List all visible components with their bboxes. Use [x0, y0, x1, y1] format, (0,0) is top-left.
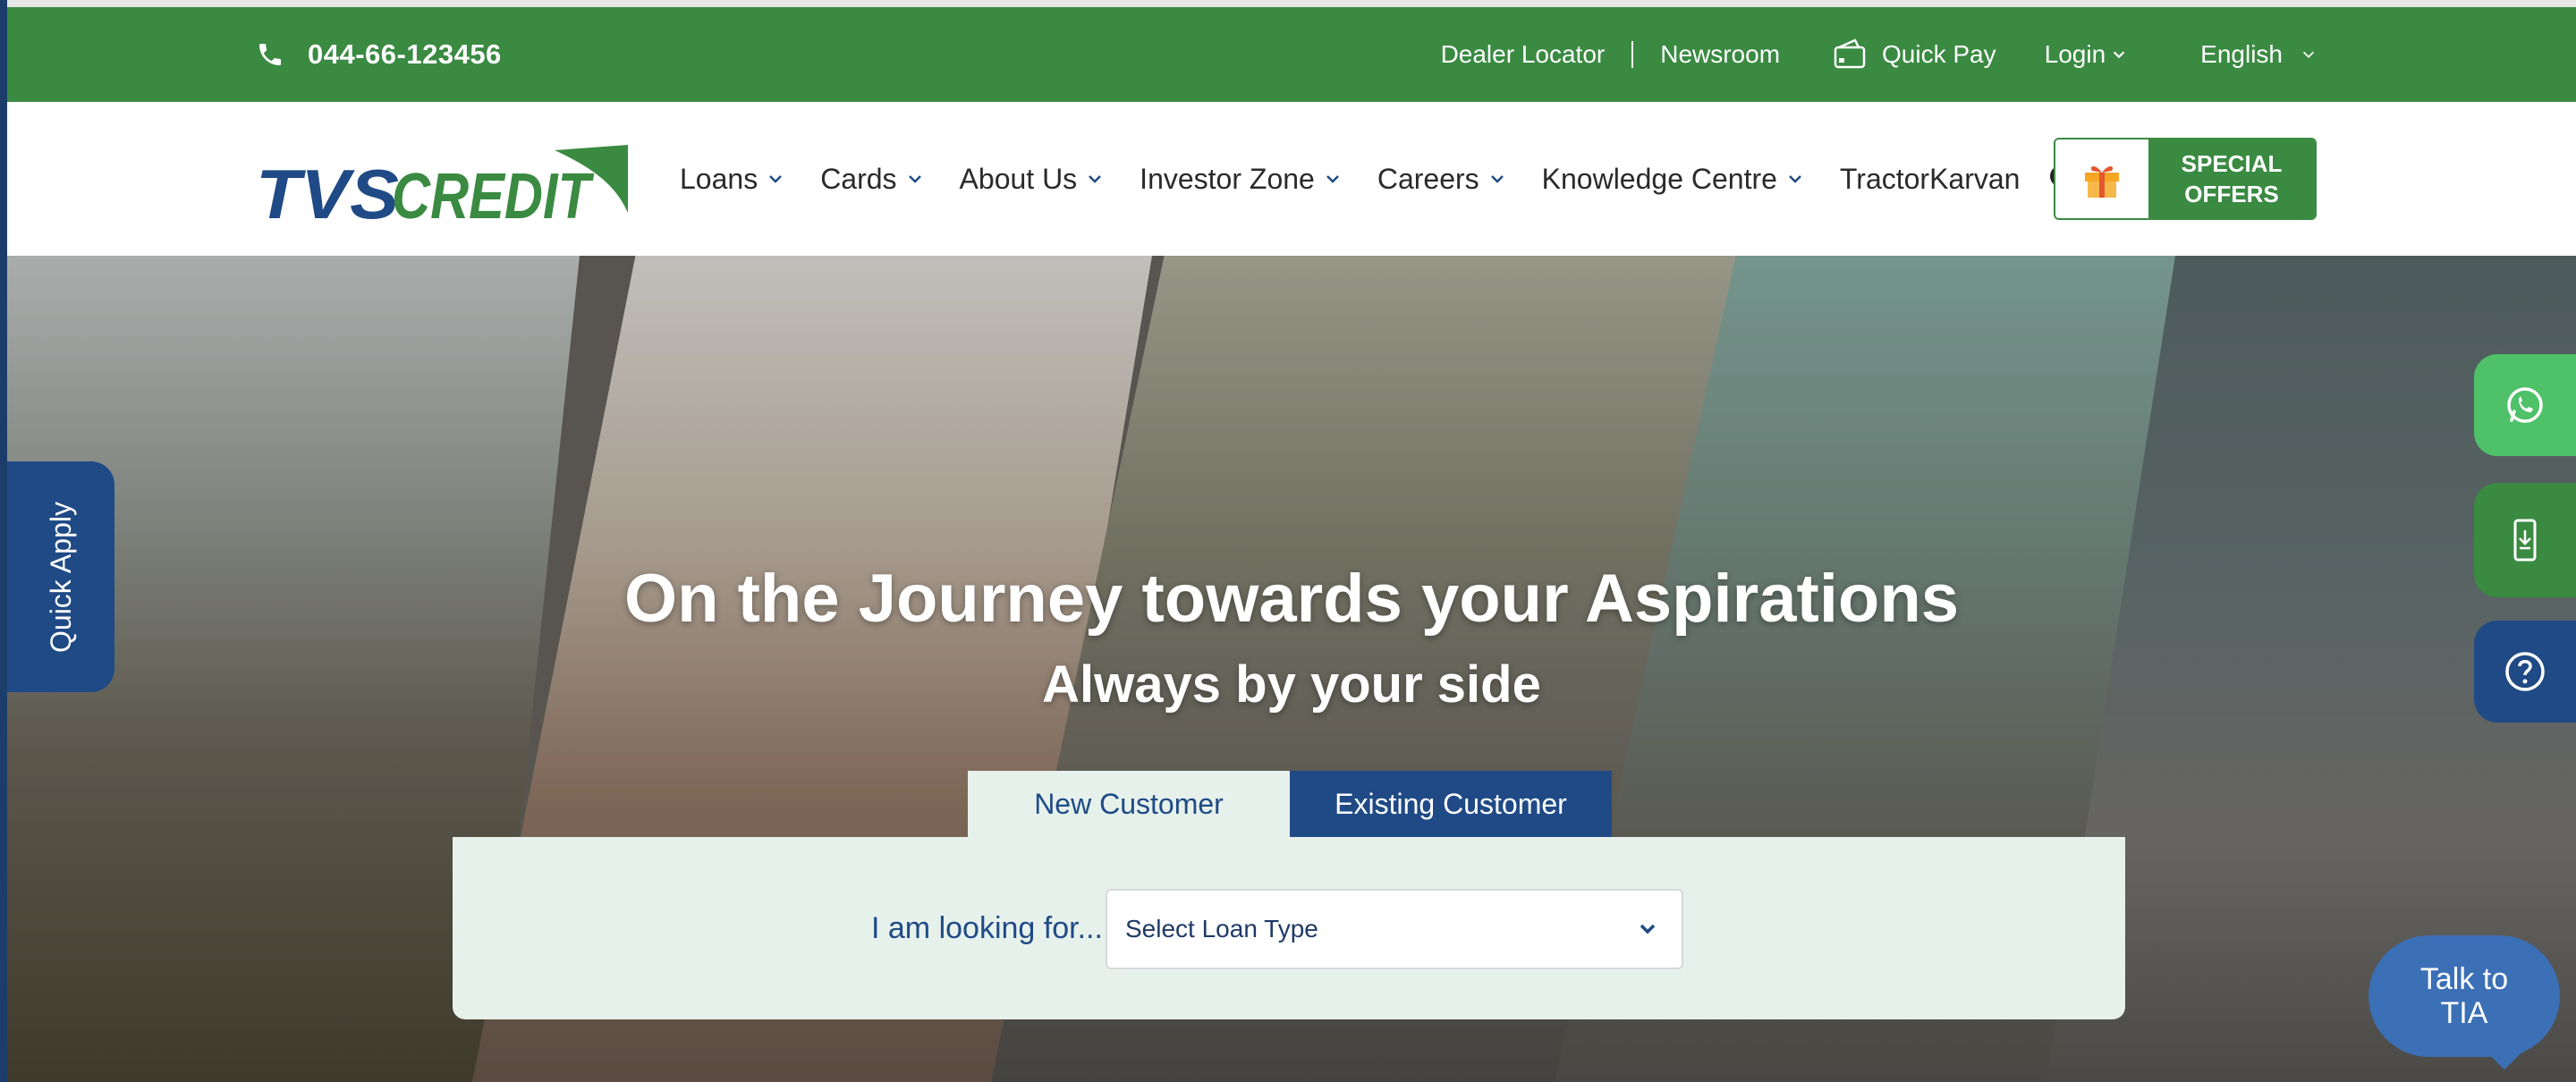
- browser-edge-left: [0, 0, 7, 1082]
- page: 044-66-123456 Dealer Locator Newsroom Qu…: [0, 0, 2576, 1082]
- select-placeholder: Select Loan Type: [1125, 915, 1318, 943]
- quick-apply-label: Quick Apply: [44, 501, 77, 653]
- tab-existing-customer[interactable]: Existing Customer: [1290, 771, 1612, 837]
- language-dropdown[interactable]: English: [2200, 40, 2317, 69]
- whatsapp-button[interactable]: [2474, 354, 2576, 456]
- quick-pay-label: Quick Pay: [1882, 40, 1996, 68]
- newsroom-link[interactable]: Newsroom: [1660, 40, 1780, 69]
- whatsapp-icon: [2507, 387, 2543, 423]
- phone-icon: [259, 44, 281, 65]
- chevron-down-icon: [2302, 51, 2315, 58]
- nav-label: Careers: [1377, 162, 1479, 195]
- mobile-download-icon: [2513, 519, 2537, 562]
- chevron-down-icon: [1326, 175, 1339, 183]
- chevron-down-icon: [908, 175, 921, 183]
- nav-item-cards[interactable]: Cards: [820, 163, 923, 196]
- form-label: I am looking for...: [871, 910, 1103, 945]
- tvs-credit-logo[interactable]: TVS CREDIT: [254, 141, 630, 231]
- menu: Loans Cards About Us Investor Zone Caree…: [680, 102, 2079, 256]
- question-icon: [2505, 652, 2545, 691]
- nav-item-tractorkarvan[interactable]: TractorKarvan: [1840, 163, 2021, 196]
- browser-edge: [0, 0, 2576, 7]
- chevron-down-icon: [1640, 924, 1656, 934]
- special-offers-button[interactable]: SPECIAL OFFERS: [2054, 138, 2317, 220]
- wallet-icon: [1834, 38, 1866, 69]
- tab-new-customer[interactable]: New Customer: [968, 771, 1290, 837]
- nav-label: TractorKarvan: [1839, 162, 2021, 195]
- chevron-down-icon: [769, 175, 783, 183]
- chevron-down-icon: [1490, 175, 1504, 183]
- nav-item-about-us[interactable]: About Us: [960, 163, 1105, 196]
- nav-label: Investor Zone: [1140, 162, 1315, 195]
- top-bar: 044-66-123456 Dealer Locator Newsroom Qu…: [7, 7, 2576, 102]
- nav-label: About Us: [959, 162, 1078, 195]
- svg-text:CREDIT: CREDIT: [392, 161, 595, 231]
- top-links: Dealer Locator Newsroom Quick Pay Login …: [1441, 7, 2317, 102]
- chevron-down-icon: [1789, 175, 1801, 183]
- login-dropdown[interactable]: Login: [2045, 40, 2128, 69]
- nav-item-knowledge-centre[interactable]: Knowledge Centre: [1542, 163, 1804, 196]
- gift-icon-box: [2055, 139, 2148, 218]
- hero-subtitle: Always by your side: [1042, 655, 1541, 714]
- nav-item-investor-zone[interactable]: Investor Zone: [1140, 163, 1342, 196]
- download-app-button[interactable]: [2474, 483, 2576, 597]
- special-offers-line1: SPECIAL: [2181, 150, 2283, 177]
- customer-tabs: New Customer Existing Customer: [968, 771, 1612, 837]
- quick-apply-tab[interactable]: Quick Apply: [7, 461, 114, 692]
- loan-search-form: I am looking for... Select Loan Type: [453, 837, 2125, 1019]
- login-label: Login: [2044, 40, 2106, 68]
- hero-title: On the Journey towards your Aspirations: [623, 561, 1960, 637]
- main-nav: TVS CREDIT Loans Cards About Us Investor…: [7, 102, 2576, 256]
- special-offers-label: SPECIAL OFFERS: [2148, 139, 2315, 218]
- language-label: English: [2200, 40, 2283, 68]
- nav-item-careers[interactable]: Careers: [1377, 163, 1506, 196]
- chevron-down-icon: [1089, 175, 1102, 183]
- nav-label: Loans: [680, 162, 758, 195]
- svg-text:TVS: TVS: [256, 155, 399, 231]
- loan-type-select[interactable]: Select Loan Type: [1106, 889, 1683, 969]
- special-offers-line2: OFFERS: [2184, 181, 2279, 207]
- divider: [1631, 41, 1634, 68]
- help-button[interactable]: [2474, 621, 2576, 723]
- phone-contact[interactable]: 044-66-123456: [256, 7, 502, 102]
- hero-banner: On the Journey towards your Aspirations …: [7, 256, 2576, 1082]
- dealer-locator-link[interactable]: Dealer Locator: [1441, 40, 1606, 69]
- nav-label: Cards: [820, 162, 897, 195]
- quick-pay-link[interactable]: Quick Pay: [1832, 37, 1996, 72]
- gift-icon: [2085, 166, 2119, 198]
- tia-line1: Talk to: [2419, 962, 2509, 996]
- chevron-down-icon: [2113, 51, 2125, 59]
- nav-item-loans[interactable]: Loans: [680, 163, 784, 196]
- phone-number: 044-66-123456: [308, 38, 502, 70]
- tia-line2: TIA: [2440, 996, 2488, 1030]
- talk-to-tia-button[interactable]: Talk to TIA: [2368, 935, 2560, 1057]
- nav-label: Knowledge Centre: [1541, 162, 1777, 195]
